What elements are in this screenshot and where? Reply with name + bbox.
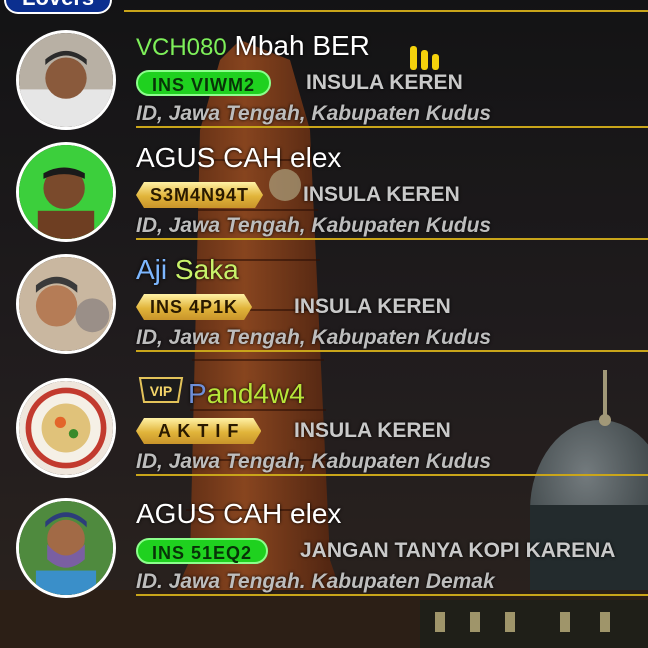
list-item[interactable]: VCH080 Mbah BER INS VIWM2 INSULA KEREN I… <box>0 16 648 130</box>
user-name-part2: Saka <box>174 254 239 285</box>
user-tagline: INSULA KEREN <box>294 295 451 318</box>
user-name: AGUS CAH elex <box>136 498 342 529</box>
avatar[interactable] <box>16 142 116 242</box>
user-name-part2: and4w4 <box>206 378 305 409</box>
avatar[interactable] <box>16 378 116 478</box>
user-name: AGUS CAH elex <box>136 142 342 173</box>
header-divider <box>124 10 648 12</box>
row-divider <box>136 594 648 596</box>
user-location: ID. Jawa Tengah. Kabupaten Demak <box>136 570 495 593</box>
user-tagline: INSULA KEREN <box>306 71 463 94</box>
user-name-line: Pand4w4 <box>188 376 305 412</box>
user-name-line: VCH080 Mbah BER <box>136 28 370 64</box>
user-prefix: VCH080 <box>136 34 227 61</box>
list-item[interactable]: Aji Saka INS 4P1K INSULA KEREN ID, Jawa … <box>0 240 648 354</box>
user-badge: INS 4P1K <box>136 294 252 320</box>
user-tagline: JANGAN TANYA KOPI KARENA <box>300 539 616 562</box>
user-name: Mbah BER <box>234 30 370 61</box>
level-bars-icon <box>410 44 450 70</box>
avatar[interactable] <box>16 498 116 598</box>
list-item[interactable]: AGUS CAH elex INS 51EQ2 JANGAN TANYA KOP… <box>0 484 648 598</box>
row-divider <box>136 350 648 352</box>
vip-icon-label: VIP <box>150 383 173 399</box>
user-name-part1: Aji <box>136 254 168 285</box>
user-badge: S3M4N94T <box>136 182 263 208</box>
list-item[interactable]: VIP Pand4w4 A K T I F INSULA KEREN ID, J… <box>0 364 648 478</box>
user-badge: INS VIWM2 <box>136 70 272 96</box>
avatar[interactable] <box>16 254 116 354</box>
user-location: ID, Jawa Tengah, Kabupaten Kudus <box>136 214 492 237</box>
user-name-part1: P <box>188 378 207 409</box>
user-tagline: INSULA KEREN <box>303 183 460 206</box>
avatar[interactable] <box>16 30 116 130</box>
user-tagline: INSULA KEREN <box>294 419 451 442</box>
user-badge: A K T I F <box>136 418 261 444</box>
list-item[interactable]: AGUS CAH elex S3M4N94T INSULA KEREN ID, … <box>0 128 648 242</box>
user-location: ID, Jawa Tengah, Kabupaten Kudus <box>136 326 492 349</box>
user-location: ID, Jawa Tengah, Kabupaten Kudus <box>136 102 492 125</box>
user-name-line: AGUS CAH elex <box>136 496 341 532</box>
user-name-line: Aji Saka <box>136 252 239 288</box>
user-location: ID, Jawa Tengah, Kabupaten Kudus <box>136 450 492 473</box>
user-name-line: AGUS CAH elex <box>136 140 341 176</box>
user-badge: INS 51EQ2 <box>136 538 269 564</box>
lovers-tab-title[interactable]: Lovers <box>4 0 113 14</box>
row-divider <box>136 474 648 476</box>
vip-badge-icon: VIP <box>136 374 186 406</box>
